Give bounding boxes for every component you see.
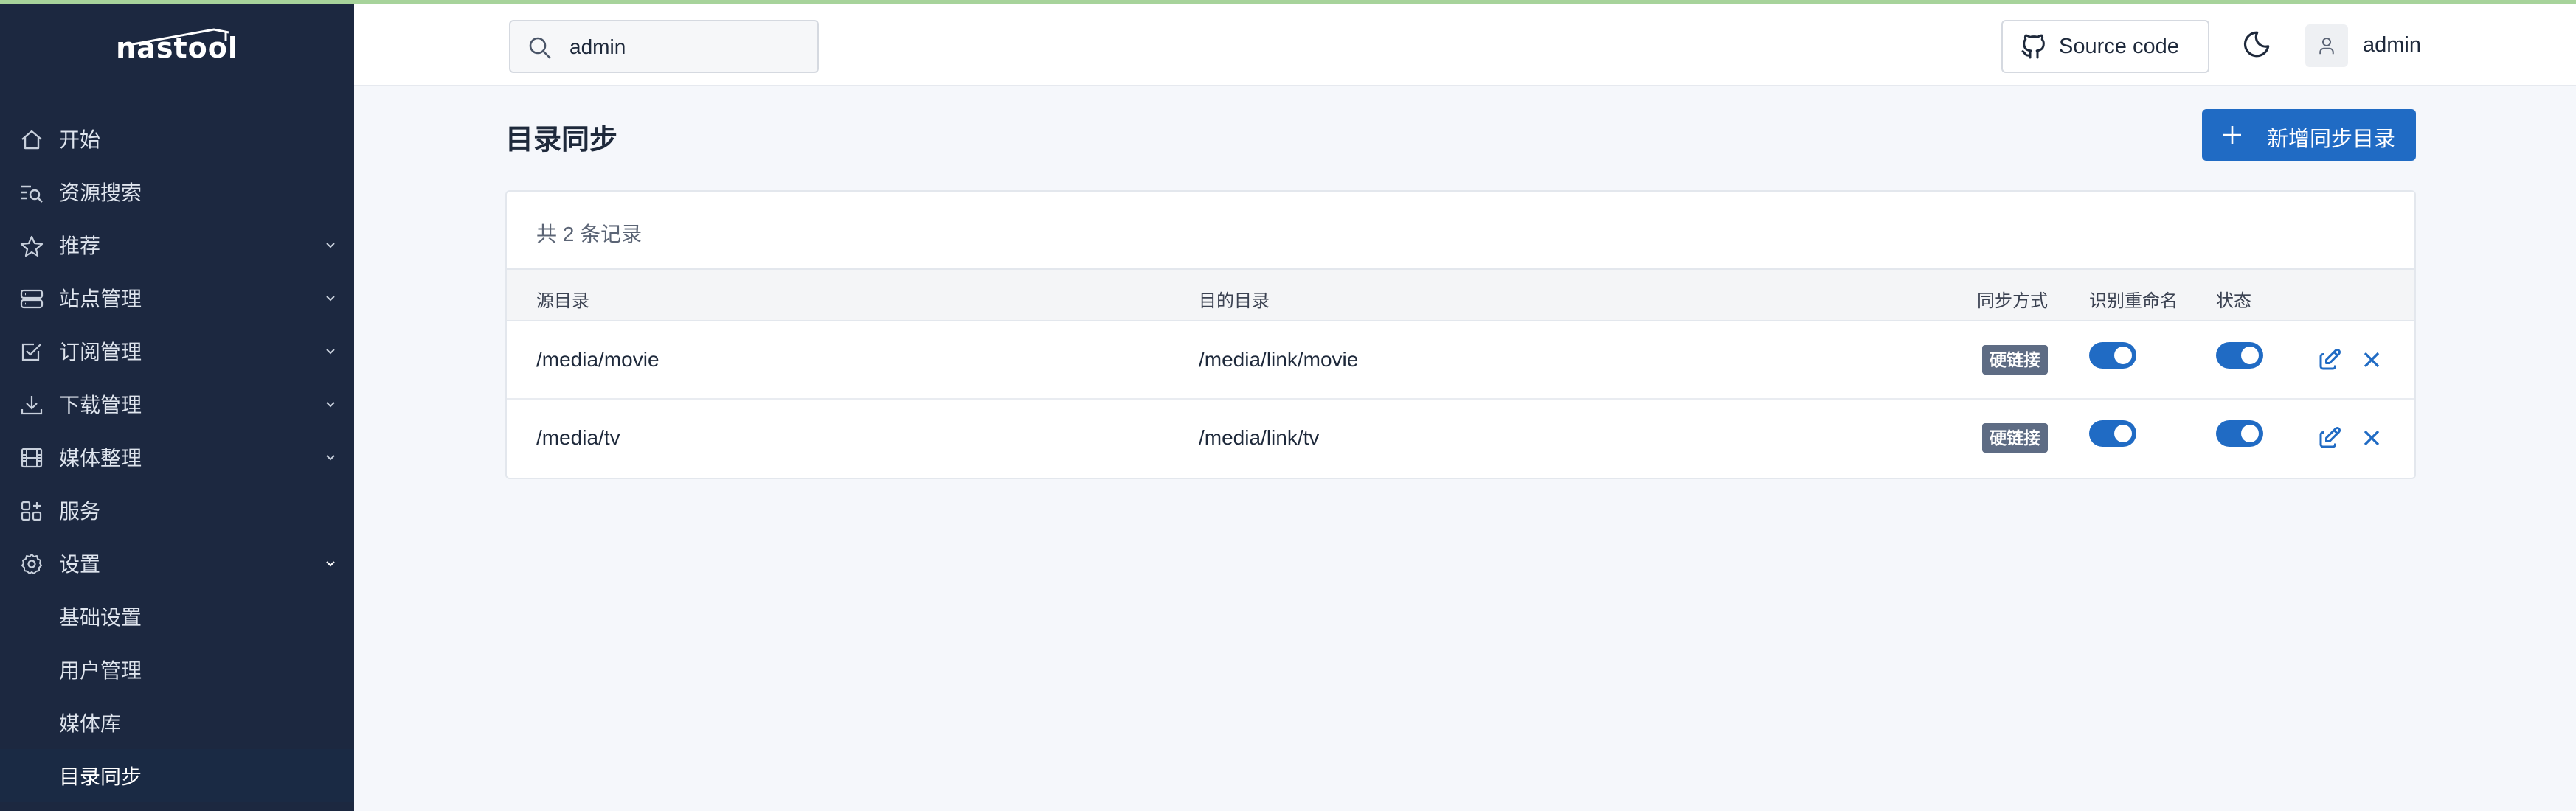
server-icon — [20, 289, 44, 309]
sidebar-subitem-basic-settings[interactable]: 基础设置 — [0, 590, 354, 643]
edit-icon[interactable] — [2316, 425, 2343, 451]
chevron-down-icon — [326, 561, 335, 567]
add-sync-directory-label: 新增同步目录 — [2267, 128, 2396, 151]
status-toggle[interactable] — [2216, 420, 2263, 447]
sidebar-item-label: 推荐 — [59, 234, 101, 257]
sidebar-subitem-user-management[interactable]: 用户管理 — [0, 643, 354, 696]
sync-directory-card: 共 2 条记录 源目录 目的目录 同步方式 识别重命名 状态 /media/mo… — [505, 190, 2416, 479]
sidebar-item-label: 站点管理 — [59, 288, 142, 310]
source-code-label: Source code — [2059, 34, 2179, 58]
sidebar-item-settings[interactable]: 设置 — [0, 537, 354, 590]
source-directory-cell: /media/movie — [536, 348, 659, 371]
user-icon — [2319, 38, 2334, 55]
table-row: /media/tv /media/link/tv 硬链接 — [507, 400, 2414, 478]
column-header-source: 源目录 — [536, 291, 589, 311]
search-icon — [529, 37, 551, 59]
chevron-down-icon — [326, 402, 335, 408]
edit-icon[interactable] — [2316, 347, 2343, 373]
search-box[interactable] — [509, 20, 819, 73]
sidebar-item-label: 订阅管理 — [59, 341, 142, 363]
source-directory-cell: /media/tv — [536, 426, 620, 449]
column-header-status: 状态 — [2216, 291, 2251, 311]
github-icon — [2021, 34, 2045, 59]
chevron-down-icon — [326, 243, 335, 248]
user-name[interactable]: admin — [2363, 33, 2421, 58]
sidebar-item-label: 服务 — [59, 500, 101, 523]
sidebar-item-downloads[interactable]: 下载管理 — [0, 377, 354, 431]
apps-icon — [21, 501, 42, 521]
rename-toggle[interactable] — [2089, 420, 2136, 447]
sidebar-item-recommend[interactable]: 推荐 — [0, 218, 354, 271]
chevron-down-icon — [326, 296, 335, 302]
toggle-knob — [2241, 347, 2259, 364]
target-directory-cell: /media/link/tv — [1199, 426, 1320, 449]
table-header: 源目录 目的目录 同步方式 识别重命名 状态 — [507, 268, 2414, 321]
sidebar-item-subscriptions[interactable]: 订阅管理 — [0, 324, 354, 377]
avatar[interactable] — [2305, 24, 2348, 67]
sidebar-subitem-label: 目录同步 — [59, 765, 142, 788]
checkbox-icon — [21, 343, 41, 361]
sidebar-subitem-media-library[interactable]: 媒体库 — [0, 696, 354, 749]
logo-roof-icon — [132, 28, 229, 46]
search-input[interactable] — [569, 33, 806, 61]
rename-toggle[interactable] — [2089, 342, 2136, 369]
sidebar-item-start[interactable]: 开始 — [0, 112, 354, 165]
brand-logo[interactable]: nastool — [0, 22, 354, 74]
column-header-rename: 识别重命名 — [2089, 291, 2178, 311]
sidebar-item-label: 开始 — [59, 128, 101, 151]
status-toggle[interactable] — [2216, 342, 2263, 369]
record-count: 共 2 条记录 — [536, 223, 643, 246]
sidebar-item-resource-search[interactable]: 资源搜索 — [0, 165, 354, 218]
top-header: Source code admin — [354, 4, 2576, 86]
sidebar-item-media-organize[interactable]: 媒体整理 — [0, 431, 354, 484]
sidebar-subitem-label: 媒体库 — [59, 712, 122, 735]
settings-icon — [21, 554, 42, 574]
moon-icon[interactable] — [2241, 29, 2272, 60]
sidebar-item-label: 下载管理 — [59, 394, 142, 417]
toggle-knob — [2241, 425, 2259, 442]
chevron-down-icon — [326, 349, 335, 355]
plus-icon — [2223, 126, 2241, 144]
sync-mode-badge: 硬链接 — [1982, 345, 2048, 375]
close-icon[interactable] — [2358, 347, 2385, 373]
source-code-button[interactable]: Source code — [2001, 20, 2209, 73]
sidebar-item-services[interactable]: 服务 — [0, 484, 354, 537]
toggle-knob — [2114, 347, 2132, 364]
list-search-icon — [21, 185, 43, 203]
column-header-sync-mode: 同步方式 — [1977, 291, 2048, 311]
sidebar-item-label: 设置 — [59, 553, 101, 576]
sidebar-item-label: 媒体整理 — [59, 447, 142, 470]
top-accent-line — [0, 0, 2576, 4]
sidebar-item-sites[interactable]: 站点管理 — [0, 271, 354, 324]
sidebar-item-label: 资源搜索 — [59, 181, 142, 204]
add-sync-directory-button[interactable]: 新增同步目录 — [2202, 109, 2416, 161]
toggle-knob — [2114, 425, 2132, 442]
page-title: 目录同步 — [505, 125, 618, 156]
close-icon[interactable] — [2358, 425, 2385, 451]
sidebar-subitem-label: 基础设置 — [59, 606, 142, 629]
download-icon — [21, 396, 43, 415]
table-row: /media/movie /media/link/movie 硬链接 — [507, 321, 2414, 400]
chevron-down-icon — [326, 455, 335, 461]
home-icon — [21, 130, 42, 150]
column-header-target: 目的目录 — [1199, 291, 1270, 311]
sidebar-subitem-label: 用户管理 — [59, 659, 142, 682]
target-directory-cell: /media/link/movie — [1199, 348, 1359, 371]
sidebar-subitem-directory-sync[interactable]: 目录同步 — [0, 749, 354, 802]
film-icon — [21, 448, 43, 468]
sidebar: nastool 开始 资源搜索 推荐 站点管理 订阅管理 下载管理 媒体整理 服… — [0, 4, 354, 811]
sync-mode-badge: 硬链接 — [1982, 423, 2048, 453]
star-icon — [20, 235, 44, 257]
